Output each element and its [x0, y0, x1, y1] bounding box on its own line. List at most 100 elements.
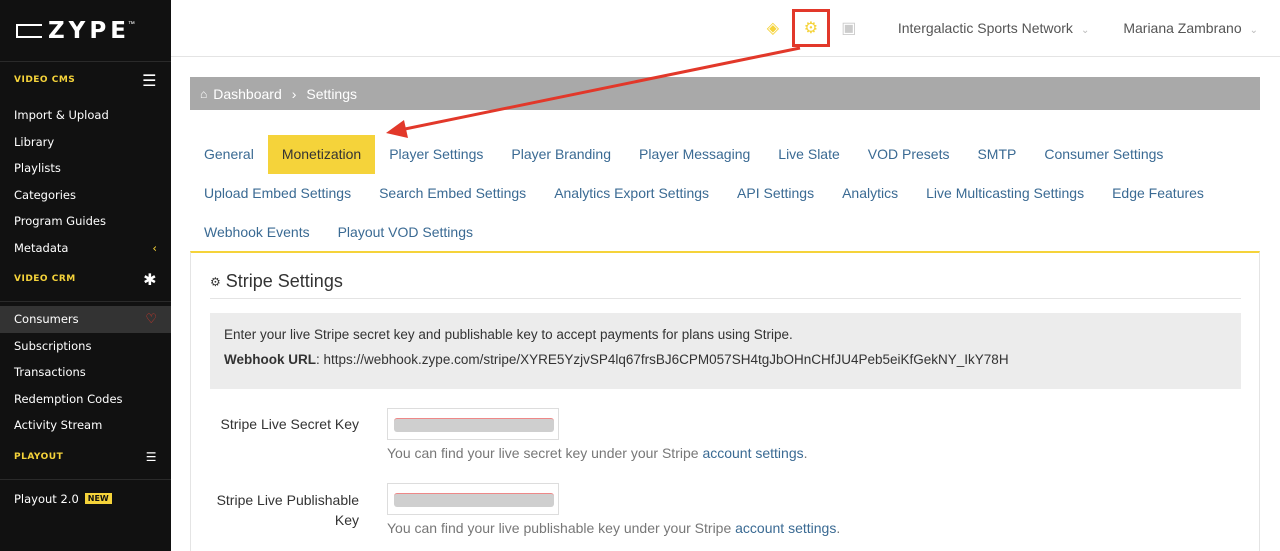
masked-value	[394, 493, 554, 507]
section-title: PLAYOUT	[14, 451, 64, 462]
tab-analytics-export-settings[interactable]: Analytics Export Settings	[540, 174, 723, 213]
section-title: VIDEO CRM	[14, 274, 76, 284]
webhook-url-line: Webhook URL: https://webhook.zype.com/st…	[224, 352, 1227, 367]
section-title: VIDEO CMS	[14, 75, 76, 85]
tab-edge-features[interactable]: Edge Features	[1098, 174, 1218, 213]
nav-label: Redemption Codes	[14, 391, 123, 406]
lines-icon: ☰	[145, 449, 157, 464]
user-menu[interactable]: Mariana Zambrano ⌄	[1123, 20, 1258, 36]
tab-playout-vod-settings[interactable]: Playout VOD Settings	[324, 213, 487, 252]
nav-label: Program Guides	[14, 214, 106, 229]
logo-trademark: ™	[127, 21, 135, 28]
sidebar-item-redemption-codes[interactable]: Redemption Codes	[0, 386, 171, 413]
sidebar-item-metadata[interactable]: Metadata ‹	[0, 235, 171, 262]
tab-consumer-settings[interactable]: Consumer Settings	[1030, 135, 1177, 174]
nav-label: Playout 2.0	[14, 491, 79, 506]
tab-live-multicasting-settings[interactable]: Live Multicasting Settings	[912, 174, 1098, 213]
sidebar-item-subscriptions[interactable]: Subscriptions	[0, 333, 171, 360]
chevron-left-icon: ‹	[152, 240, 157, 255]
tab-upload-embed-settings[interactable]: Upload Embed Settings	[190, 174, 365, 213]
sidebar-item-program-guides[interactable]: Program Guides	[0, 208, 171, 235]
nav-label: Consumers	[14, 312, 79, 327]
tab-player-messaging[interactable]: Player Messaging	[625, 135, 764, 174]
nav-label: Categories	[14, 187, 76, 202]
nav-label: Library	[14, 134, 55, 149]
tab-monetization[interactable]: Monetization	[267, 135, 376, 174]
heart-icon: ♡	[145, 311, 157, 327]
home-icon: ⌂	[200, 86, 208, 101]
section-playout[interactable]: PLAYOUT ☰	[0, 439, 171, 475]
sidebar-item-library[interactable]: Library	[0, 129, 171, 156]
account-settings-link[interactable]: account settings	[735, 520, 836, 536]
tab-row: Upload Embed Settings Search Embed Setti…	[190, 174, 1260, 213]
tab-api-settings[interactable]: API Settings	[723, 174, 828, 213]
video-cms-nav: Import & Upload Library Playlists Catego…	[0, 98, 171, 261]
nav-label: Playlists	[14, 161, 61, 176]
asterisk-icon: ✱	[143, 269, 157, 289]
new-badge: NEW	[84, 493, 112, 505]
tab-row: Webhook Events Playout VOD Settings	[190, 213, 1260, 252]
settings-gear-icon[interactable]: ⚙	[791, 9, 830, 47]
tab-player-branding[interactable]: Player Branding	[497, 135, 625, 174]
zype-logo[interactable]: ZYPE ™	[0, 0, 171, 62]
layers-icon[interactable]: ◈	[762, 17, 784, 39]
help-period: .	[836, 520, 841, 536]
nav-label: Import & Upload	[14, 108, 109, 123]
top-icons: ◈ ⚙ ▣	[754, 9, 868, 47]
organization-dropdown[interactable]: Intergalactic Sports Network ⌄	[898, 20, 1089, 36]
publishable-key-label: Stripe Live Publishable Key	[216, 492, 359, 528]
top-bar: ◈ ⚙ ▣ Intergalactic Sports Network ⌄ Mari…	[171, 0, 1280, 57]
sidebar-item-consumers[interactable]: Consumers ♡	[0, 306, 171, 333]
chevron-down-icon: ⌄	[1249, 25, 1258, 36]
nav-label: Activity Stream	[14, 418, 103, 433]
tab-vod-presets[interactable]: VOD Presets	[854, 135, 964, 174]
stripe-settings-panel: ⚙ Stripe Settings Enter your live Stripe…	[190, 251, 1260, 551]
help-text: You can find your live secret key under …	[387, 445, 703, 461]
secret-key-input[interactable]	[387, 408, 559, 440]
tab-webhook-events[interactable]: Webhook Events	[190, 213, 324, 252]
webhook-url: : https://webhook.zype.com/stripe/XYRE5Y…	[316, 352, 1009, 367]
webhook-label: Webhook URL	[224, 352, 316, 367]
tab-general[interactable]: General	[190, 135, 268, 174]
panel-title-text: Stripe Settings	[225, 271, 343, 291]
gear-icon: ⚙	[210, 274, 221, 289]
help-text: You can find your live publishable key u…	[387, 520, 736, 536]
breadcrumb-dashboard[interactable]: Dashboard	[213, 86, 282, 102]
tab-search-embed-settings[interactable]: Search Embed Settings	[365, 174, 540, 213]
logo-text: ZYPE	[48, 17, 130, 44]
breadcrumb: ⌂ Dashboard › Settings	[190, 77, 1260, 110]
nav-label: Transactions	[14, 365, 86, 380]
sidebar-item-transactions[interactable]: Transactions	[0, 359, 171, 386]
account-settings-link[interactable]: account settings	[702, 445, 803, 461]
section-video-cms[interactable]: VIDEO CMS ☰	[0, 62, 171, 98]
tab-smtp[interactable]: SMTP	[963, 135, 1030, 174]
tab-live-slate[interactable]: Live Slate	[764, 135, 853, 174]
help-period: .	[803, 445, 808, 461]
publishable-key-input[interactable]	[387, 483, 559, 515]
secret-key-help: You can find your live secret key under …	[387, 445, 808, 461]
hamburger-menu-icon[interactable]: ☰	[142, 71, 157, 90]
tab-row: General Monetization Player Settings Pla…	[190, 135, 1260, 174]
masked-value	[394, 418, 554, 432]
sidebar-item-import-upload[interactable]: Import & Upload	[0, 102, 171, 129]
logo-mark-icon	[16, 23, 42, 38]
chevron-down-icon: ⌄	[1080, 25, 1090, 36]
sidebar-item-playlists[interactable]: Playlists	[0, 155, 171, 182]
chevron-right-icon: ›	[291, 85, 297, 102]
publishable-key-help: You can find your live publishable key u…	[387, 520, 840, 536]
section-video-crm[interactable]: VIDEO CRM ✱	[0, 261, 171, 297]
sidebar-item-categories[interactable]: Categories	[0, 182, 171, 209]
tab-player-settings[interactable]: Player Settings	[375, 135, 497, 174]
divider	[0, 301, 171, 302]
tab-analytics[interactable]: Analytics	[828, 174, 912, 213]
ticket-icon[interactable]: ▣	[838, 17, 860, 39]
nav-label: Metadata	[14, 240, 69, 255]
divider	[0, 478, 171, 480]
user-name: Mariana Zambrano	[1123, 20, 1242, 36]
stripe-info-box: Enter your live Stripe secret key and pu…	[210, 313, 1241, 389]
sidebar-item-activity-stream[interactable]: Activity Stream	[0, 412, 171, 439]
sidebar-item-playout-2[interactable]: Playout 2.0 NEW	[0, 486, 171, 513]
panel-title: ⚙ Stripe Settings	[210, 271, 343, 292]
breadcrumb-settings: Settings	[306, 85, 358, 102]
divider	[210, 298, 1241, 299]
